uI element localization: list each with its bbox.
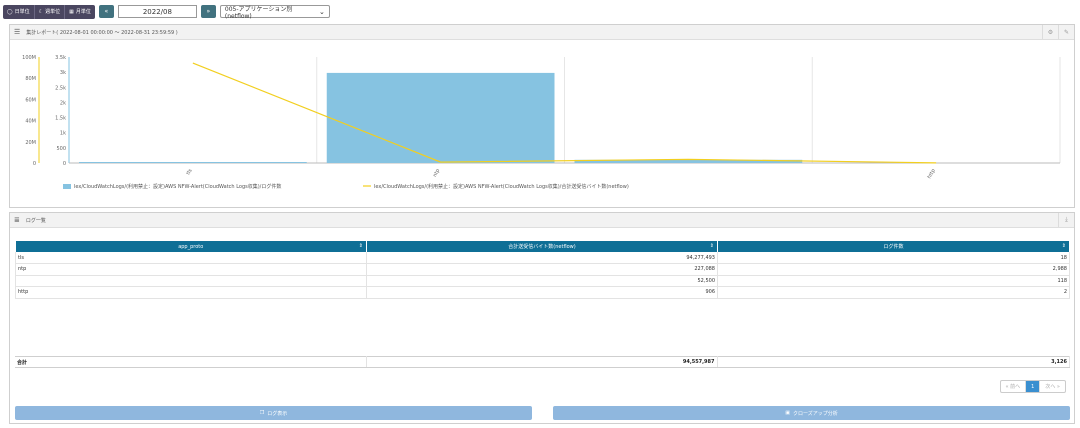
column-header-app-proto[interactable]: app_proto ⇕: [15, 241, 367, 252]
double-chevron-right-icon: »: [206, 8, 211, 15]
log-panel-title: ログ一覧: [25, 217, 46, 224]
cell-bytes: 906: [366, 286, 718, 299]
log-table: app_proto ⇕ 合計送受信バイト数(netflow) ⇕ ログ件数 ⇕ tls…: [15, 241, 1070, 299]
table-row[interactable]: tls 94,277,493 18: [15, 252, 1070, 264]
cell-bytes: 52,500: [366, 275, 718, 287]
moon-icon: ☾: [38, 8, 44, 15]
chart-panel-header: ☰ 集計レポート( 2022-08-01 00:00:00 ～ 2022-08-…: [10, 25, 1074, 40]
cell-count: 18: [717, 252, 1070, 264]
column-header-log-count[interactable]: ログ件数 ⇕: [717, 241, 1070, 252]
report-select[interactable]: 005-アプリケーション別(netflow) ⌄: [219, 5, 330, 20]
pagination: « 前へ 1 次へ »: [999, 380, 1066, 393]
day-unit-button[interactable]: ◯ 日単位: [3, 4, 35, 19]
second-axis-tick-label: 2k: [60, 100, 66, 106]
log-view-button[interactable]: ❐ ログ表示: [15, 406, 532, 420]
closeup-analysis-button[interactable]: ▣ クローズアップ分析: [553, 406, 1070, 420]
week-unit-button[interactable]: ☾ 週単位: [34, 4, 66, 19]
download-button[interactable]: ⤓: [1058, 213, 1074, 227]
left-axis-tick-label: 100M: [22, 55, 36, 61]
legend-label-line: lex/CloudWatchLogs/(利用禁止：設定)AWS NFW-Aler…: [374, 183, 629, 190]
cell-bytes: 94,277,493: [366, 252, 718, 264]
second-axis-tick-label: 1k: [60, 131, 66, 137]
bar: [326, 72, 555, 163]
calendar-icon: ▦: [69, 8, 74, 15]
month-unit-button[interactable]: ▦ 月単位: [65, 4, 95, 19]
sort-icon: ⇕: [358, 243, 363, 249]
cell-count: 2: [717, 286, 1070, 299]
table-row[interactable]: 52,500 118: [15, 275, 1070, 287]
log-panel-header: ≣ ログ一覧 ⤓: [10, 213, 1074, 228]
edit-button[interactable]: ✎: [1058, 25, 1074, 39]
download-icon: ⤓: [1065, 216, 1068, 223]
gear-icon: ⚙: [1047, 28, 1054, 36]
prev-period-button[interactable]: «: [98, 5, 114, 18]
left-axis-tick-label: 20M: [25, 140, 36, 146]
sort-icon: ⇕: [709, 243, 714, 249]
cell-count: 118: [717, 275, 1070, 287]
x-tick-label: http: [927, 168, 937, 180]
second-axis-tick-label: 3k: [60, 70, 66, 76]
chart-panel: ☰ 集計レポート( 2022-08-01 00:00:00 ～ 2022-08-…: [9, 24, 1075, 208]
x-tick-label: tls: [185, 168, 193, 176]
image-icon: ▣: [785, 410, 790, 416]
column-header-bytes[interactable]: 合計送受信バイト数(netflow) ⇕: [366, 241, 718, 252]
second-axis-tick-label: 500: [56, 146, 66, 152]
total-label: 合計: [15, 356, 367, 368]
cell-app-proto: http: [15, 286, 367, 299]
left-axis-tick-label: 0: [33, 161, 36, 167]
table-row[interactable]: ntp 227,088 2,988: [15, 263, 1070, 276]
total-bytes: 94,557,987: [366, 356, 718, 368]
second-axis-tick-label: 1.5k: [55, 116, 66, 122]
next-period-button[interactable]: »: [200, 5, 216, 18]
menu-icon[interactable]: ☰: [14, 28, 20, 36]
legend-label-bar: lex/CloudWatchLogs/(利用禁止：設定)AWS NFW-Aler…: [74, 183, 281, 190]
unit-button-group: ◯ 日単位 ☾ 週単位 ▦ 月単位: [3, 4, 95, 19]
log-panel-tools: ⤓: [1058, 213, 1074, 227]
bar: [79, 162, 307, 163]
settings-button[interactable]: ⚙: [1042, 25, 1058, 39]
report-select-value: 005-アプリケーション別(netflow): [224, 5, 293, 20]
second-axis-tick-label: 3.5k: [55, 55, 66, 61]
total-count: 3,126: [717, 356, 1070, 368]
log-panel: ≣ ログ一覧 ⤓ app_proto ⇕ 合計送受信バイト数(netflow) ⇕ …: [9, 212, 1075, 424]
circle-icon: ◯: [7, 8, 13, 15]
toolbar: ◯ 日単位 ☾ 週単位 ▦ 月単位 « 2022/08 » 005-アプリケーション別(…: [3, 4, 330, 20]
x-tick-label: ntp: [432, 168, 441, 178]
double-chevron-left-icon: «: [104, 8, 109, 15]
edit-icon: ✎: [1063, 28, 1070, 36]
total-row: 合計 94,557,987 3,126: [15, 356, 1070, 368]
cell-count: 2,988: [717, 263, 1070, 276]
left-axis-tick-label: 60M: [25, 97, 36, 103]
list-icon[interactable]: ≣: [14, 216, 20, 224]
second-axis-tick-label: 2.5k: [55, 85, 66, 91]
chart-panel-title: 集計レポート( 2022-08-01 00:00:00 ～ 2022-08-31…: [26, 29, 178, 36]
table-row[interactable]: http 906 2: [15, 286, 1070, 299]
legend-swatch-bar: [63, 184, 71, 189]
report-chart: 100M 80M 60M 40M 20M 0 3.5k 3k 2.5k 2k 1.5k 1k 500 0 t…: [22, 55, 1061, 190]
window-icon: ❐: [259, 410, 265, 416]
cell-app-proto: [15, 275, 367, 287]
cell-app-proto: tls: [15, 252, 367, 264]
sort-icon: ⇕: [1061, 243, 1066, 249]
chevron-down-icon: ⌄: [319, 7, 325, 16]
date-field[interactable]: 2022/08: [117, 5, 197, 18]
next-page-button[interactable]: 次へ »: [1040, 381, 1065, 392]
cell-bytes: 227,088: [366, 263, 718, 276]
chart-panel-tools: ⚙ ✎: [1042, 25, 1074, 39]
cell-app-proto: ntp: [15, 263, 367, 276]
left-axis-tick-label: 40M: [25, 119, 36, 125]
second-axis-tick-label: 0: [63, 161, 66, 167]
left-axis-tick-label: 80M: [25, 76, 36, 82]
prev-page-button[interactable]: « 前へ: [1001, 381, 1027, 392]
page-1-button[interactable]: 1: [1026, 381, 1041, 392]
